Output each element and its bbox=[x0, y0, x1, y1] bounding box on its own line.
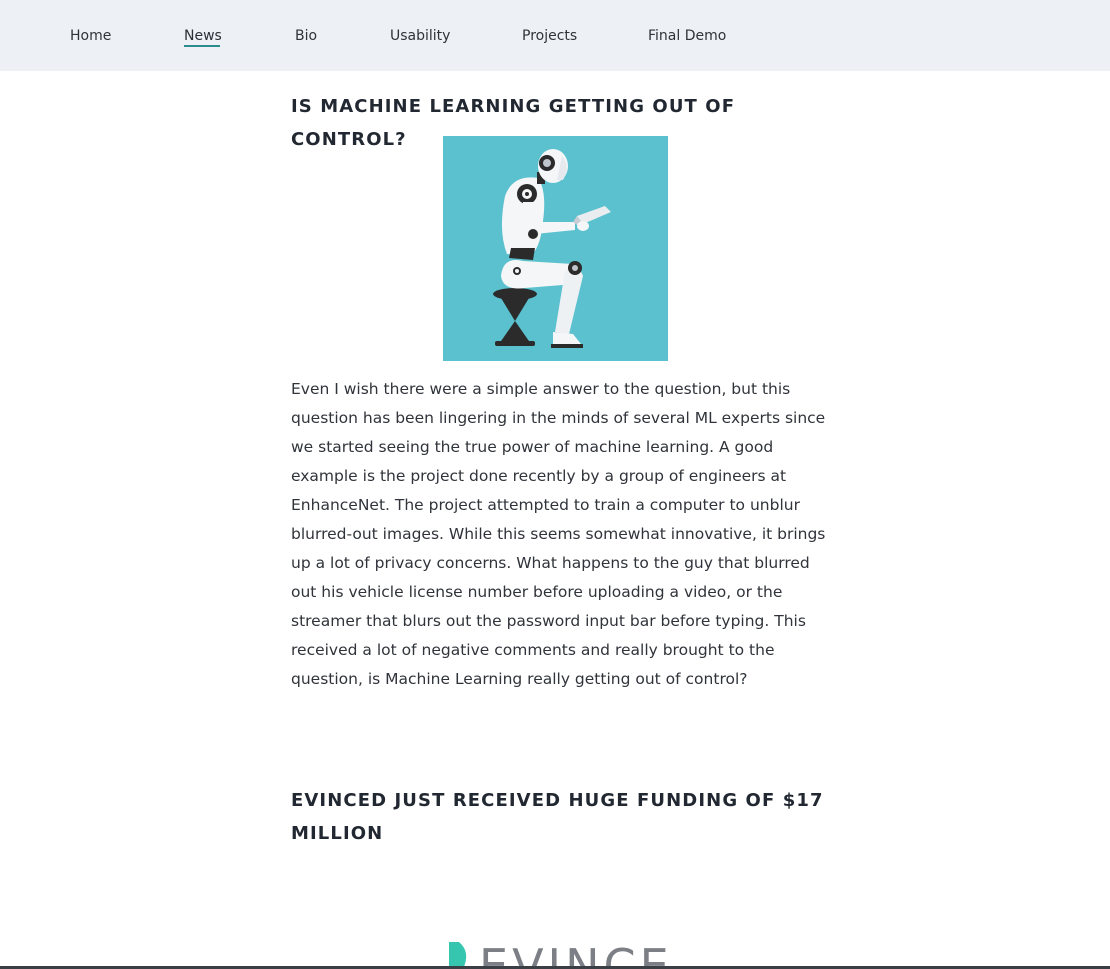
nav-news[interactable]: News bbox=[184, 26, 222, 46]
evinced-logo-image: EVINCED bbox=[443, 942, 673, 969]
top-navigation: Home News Bio Usability Projects Final D… bbox=[0, 0, 1110, 71]
evinced-logo: EVINCED bbox=[449, 942, 673, 969]
nav-final-demo[interactable]: Final Demo bbox=[648, 26, 726, 46]
evinced-logo-wordmark: EVINCED bbox=[479, 942, 673, 969]
article-body: Even I wish there were a simple answer t… bbox=[291, 380, 826, 688]
article-title: EVINCED JUST RECEIVED HUGE FUNDING OF $1… bbox=[291, 790, 824, 844]
nav-home[interactable]: Home bbox=[70, 26, 111, 46]
nav-usability[interactable]: Usability bbox=[390, 26, 450, 46]
active-nav-indicator bbox=[184, 45, 220, 47]
robot-illustration bbox=[443, 136, 668, 361]
nav-bio[interactable]: Bio bbox=[295, 26, 317, 46]
nav-projects[interactable]: Projects bbox=[522, 26, 577, 46]
robot-reading-image bbox=[443, 136, 668, 361]
